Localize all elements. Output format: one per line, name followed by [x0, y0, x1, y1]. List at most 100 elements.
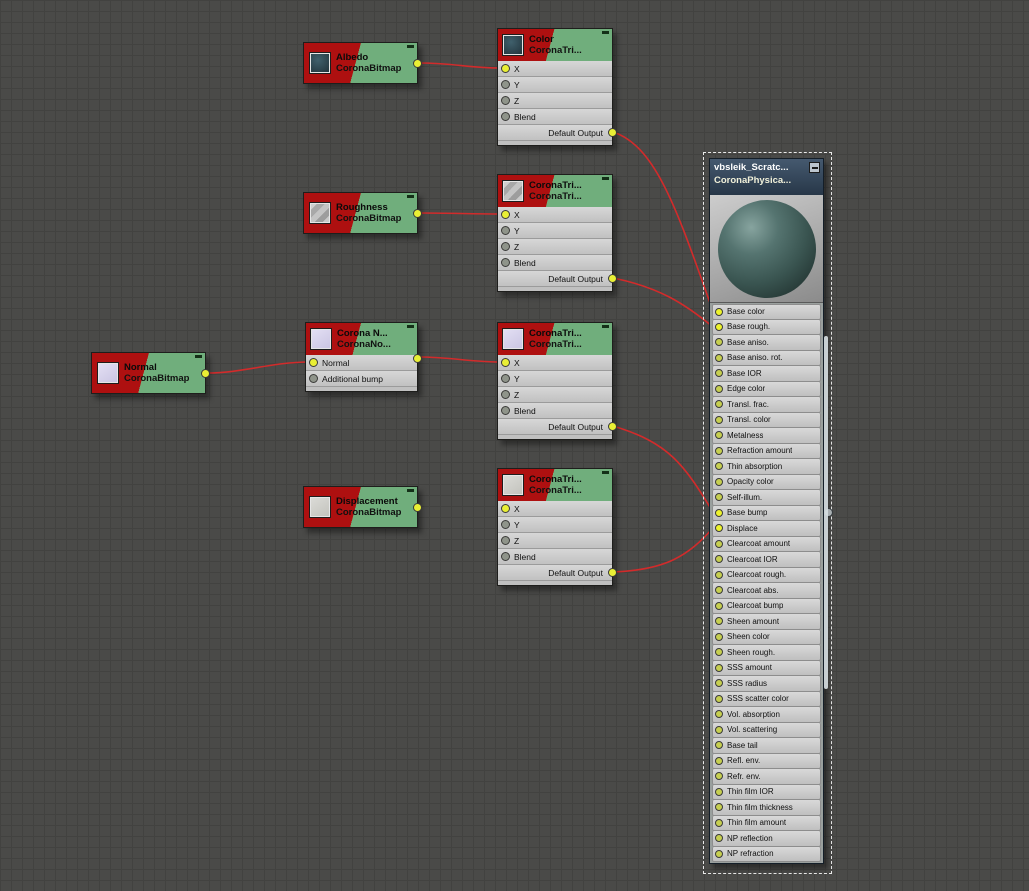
material-slot-thin-film-thickness[interactable]: Thin film thickness — [712, 800, 821, 816]
input-connector[interactable] — [715, 617, 723, 626]
material-slot-refraction-amount[interactable]: Refraction amount — [712, 443, 821, 459]
input-connector[interactable] — [715, 493, 723, 502]
node-header[interactable]: CoronaTri... CoronaTri... — [498, 323, 612, 355]
output-connector[interactable] — [608, 274, 617, 283]
material-slot-base-aniso[interactable]: Base aniso. — [712, 335, 821, 351]
node-normal-bitmap[interactable]: Normal CoronaBitmap — [91, 352, 210, 394]
input-connector[interactable] — [715, 787, 723, 796]
node-roughness-bitmap[interactable]: Roughness CoronaBitmap — [303, 192, 422, 234]
input-connector[interactable] — [715, 400, 723, 409]
input-connector[interactable] — [501, 536, 510, 545]
bitmap-thumbnail-icon[interactable] — [309, 52, 331, 74]
collapse-button[interactable] — [809, 162, 820, 173]
input-connector[interactable] — [501, 226, 510, 235]
wire-albedo-to-tri-color[interactable] — [419, 62, 502, 69]
input-connector[interactable] — [501, 520, 510, 529]
node-displacement-bitmap[interactable]: Displacement CoronaBitmap — [303, 486, 422, 528]
material-slot-sheen-color[interactable]: Sheen color — [712, 629, 821, 645]
material-slot-sss-amount[interactable]: SSS amount — [712, 660, 821, 676]
node-corona-normal[interactable]: Corona N... CoronaNo... Normal Additiona… — [305, 322, 422, 392]
input-connector[interactable] — [501, 258, 510, 267]
input-slot-y[interactable]: Y — [498, 77, 612, 93]
input-connector[interactable] — [715, 338, 723, 347]
input-connector[interactable] — [501, 374, 510, 383]
output-connector[interactable] — [608, 568, 617, 577]
input-slot-y[interactable]: Y — [498, 223, 612, 239]
input-slot-x[interactable]: X — [498, 207, 612, 223]
input-connector[interactable] — [501, 64, 510, 73]
input-connector[interactable] — [715, 772, 723, 781]
node-header[interactable]: vbsleik_Scratc... CoronaPhysica... — [710, 159, 823, 195]
input-slot-z[interactable]: Z — [498, 533, 612, 549]
material-slot-refl-env[interactable]: Refl. env. — [712, 753, 821, 769]
node-header[interactable]: Displacement CoronaBitmap — [304, 487, 417, 527]
input-connector[interactable] — [501, 242, 510, 251]
output-connector[interactable] — [413, 502, 422, 512]
input-connector[interactable] — [715, 431, 723, 440]
material-slot-clearcoat-ior[interactable]: Clearcoat IOR — [712, 552, 821, 568]
material-slot-displace[interactable]: Displace — [712, 521, 821, 537]
input-connector[interactable] — [501, 80, 510, 89]
material-slot-self-illum[interactable]: Self-illum. — [712, 490, 821, 506]
collapse-icon[interactable] — [602, 177, 609, 180]
material-slot-np-refraction[interactable]: NP refraction — [712, 846, 821, 862]
input-connector[interactable] — [501, 358, 510, 367]
input-connector[interactable] — [501, 210, 510, 219]
material-slot-vol-absorption[interactable]: Vol. absorption — [712, 707, 821, 723]
wire-roughness-to-tri-roughness[interactable] — [419, 212, 502, 215]
input-slot-x[interactable]: X — [498, 61, 612, 77]
input-connector[interactable] — [715, 803, 723, 812]
material-slot-edge-color[interactable]: Edge color — [712, 381, 821, 397]
input-connector[interactable] — [715, 632, 723, 641]
material-slot-base-aniso-rot[interactable]: Base aniso. rot. — [712, 350, 821, 366]
input-connector[interactable] — [501, 390, 510, 399]
input-slot-x[interactable]: X — [498, 501, 612, 517]
node-tri-roughness[interactable]: CoronaTri... CoronaTri... X Y Z Blend De… — [497, 174, 617, 292]
collapse-icon[interactable] — [407, 325, 414, 328]
node-tri-color[interactable]: Color CoronaTri... X Y Z Blend Default O… — [497, 28, 617, 146]
wire-tri-color-to-base-color[interactable] — [612, 131, 714, 312]
output-connector[interactable] — [608, 128, 617, 137]
input-slot-blend[interactable]: Blend — [498, 403, 612, 419]
input-connector[interactable] — [715, 586, 723, 595]
node-tri-normal[interactable]: CoronaTri... CoronaTri... X Y Z Blend De… — [497, 322, 617, 440]
input-connector[interactable] — [715, 384, 723, 393]
input-connector[interactable] — [715, 307, 723, 316]
output-connector[interactable] — [413, 354, 422, 363]
node-header[interactable]: Albedo CoronaBitmap — [304, 43, 417, 83]
collapse-icon[interactable] — [195, 355, 202, 358]
material-slot-metalness[interactable]: Metalness — [712, 428, 821, 444]
input-connector[interactable] — [501, 504, 510, 513]
input-slot-blend[interactable]: Blend — [498, 255, 612, 271]
material-slot-np-reflection[interactable]: NP reflection — [712, 831, 821, 847]
input-connector[interactable] — [501, 552, 510, 561]
material-scrollbar[interactable] — [824, 336, 828, 689]
input-slot-blend[interactable]: Blend — [498, 109, 612, 125]
input-slot-y[interactable]: Y — [498, 517, 612, 533]
material-slot-base-tail[interactable]: Base tail — [712, 738, 821, 754]
input-connector[interactable] — [715, 679, 723, 688]
output-slot[interactable]: Default Output — [498, 271, 617, 287]
material-slot-vol-scattering[interactable]: Vol. scattering — [712, 722, 821, 738]
node-header[interactable]: Corona N... CoronaNo... — [306, 323, 417, 355]
node-header[interactable]: Color CoronaTri... — [498, 29, 612, 61]
input-connector[interactable] — [715, 710, 723, 719]
node-tri-displacement[interactable]: CoronaTri... CoronaTri... X Y Z Blend De… — [497, 468, 617, 586]
material-slot-base-ior[interactable]: Base IOR — [712, 366, 821, 382]
material-slot-thin-film-amount[interactable]: Thin film amount — [712, 815, 821, 831]
input-connector[interactable] — [715, 756, 723, 765]
input-connector[interactable] — [715, 446, 723, 455]
input-slot-z[interactable]: Z — [498, 239, 612, 255]
material-slot-sheen-rough[interactable]: Sheen rough. — [712, 645, 821, 661]
material-slot-transl-color[interactable]: Transl. color — [712, 412, 821, 428]
input-connector[interactable] — [501, 96, 510, 105]
input-connector[interactable] — [715, 601, 723, 610]
input-connector[interactable] — [309, 358, 318, 367]
triplanar-thumbnail-icon[interactable] — [502, 474, 524, 496]
node-corona-physical-material[interactable]: vbsleik_Scratc... CoronaPhysica... Base … — [709, 158, 833, 864]
input-connector[interactable] — [715, 725, 723, 734]
material-slot-base-color[interactable]: Base color — [712, 304, 821, 320]
node-header[interactable]: Roughness CoronaBitmap — [304, 193, 417, 233]
input-connector[interactable] — [715, 570, 723, 579]
input-connector[interactable] — [501, 112, 510, 121]
